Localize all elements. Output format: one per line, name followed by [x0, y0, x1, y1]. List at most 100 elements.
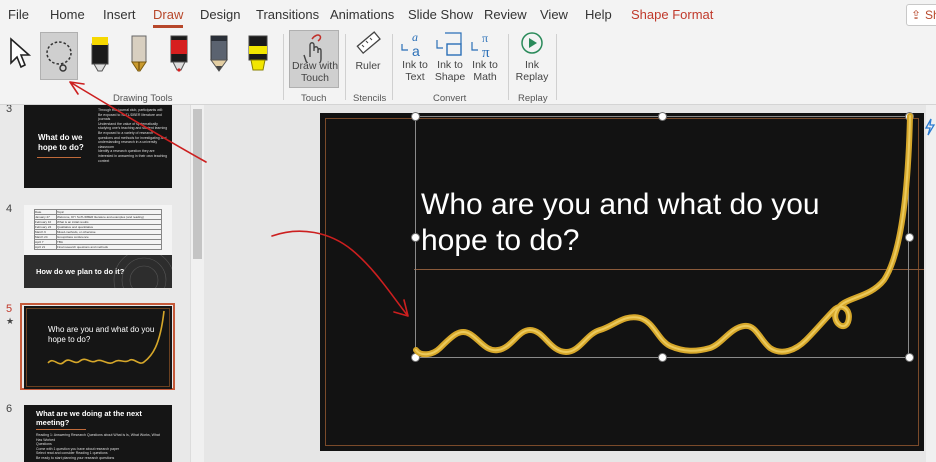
tab-home[interactable]: Home: [50, 7, 85, 22]
lasso-icon: [46, 41, 72, 72]
thumb-text-line: Understand the value of systematically s…: [98, 121, 168, 131]
red-pen-icon: [170, 35, 188, 72]
tab-slide-show[interactable]: Slide Show: [408, 7, 473, 22]
ribbon-separator: [392, 34, 393, 100]
tab-view[interactable]: View: [540, 7, 568, 22]
stencils-group-label: Stencils: [353, 93, 387, 104]
ribbon-separator: [556, 34, 557, 100]
thumb-text-line: Reading 1: Answering Research Questions …: [36, 433, 160, 442]
ink-replay-label: Ink Replay: [515, 59, 549, 83]
powerpoint-window: File Home Insert Draw Design Transitions…: [0, 0, 936, 462]
svg-text:a: a: [412, 30, 418, 44]
resize-handle-n[interactable]: [658, 112, 667, 121]
thumb-text-line: Identify a research question they are in…: [98, 149, 168, 163]
thumb-title: What do we hope to do?: [38, 133, 84, 152]
ink-selection-box[interactable]: [415, 116, 909, 358]
ribbon-separator: [345, 34, 346, 100]
pencil-icon: [210, 35, 228, 72]
ink-to-text-icon: a a: [401, 30, 420, 59]
resize-handle-sw[interactable]: [411, 353, 420, 362]
touch-group-label: Touch: [301, 93, 327, 104]
highlighter-icon: [248, 35, 268, 71]
highlighter-yellow-button[interactable]: [244, 32, 272, 72]
slide-thumbnail-5[interactable]: Who are you and what do you hope to do?: [24, 306, 172, 389]
slide-thumbnail-4[interactable]: How do we plan to do it? Date Topic Janua…: [24, 205, 172, 288]
thumb-gold-ink-stroke: [47, 310, 165, 365]
tab-file[interactable]: File: [8, 7, 29, 22]
pen-gold-button[interactable]: [125, 32, 153, 72]
slide-thumbnail-3[interactable]: What do we hope to do? Through this jour…: [24, 105, 172, 188]
thumb-title: What are we doing at the next meeting?: [36, 409, 142, 427]
draw-with-touch-button[interactable]: Draw with Touch: [289, 30, 339, 88]
pen-red-button[interactable]: [165, 32, 193, 72]
thumb-rule: [37, 157, 81, 158]
ruler-icon: [356, 31, 381, 55]
ink-to-shape-icon: [436, 32, 462, 56]
slide-thumbnail-pane: 3 What do we hope to do? Through this jo…: [0, 105, 192, 462]
tab-transitions[interactable]: Transitions: [256, 7, 319, 22]
thumb-text-line: Be ready to start planning your research…: [36, 455, 115, 460]
table-cell: Final research questions and methods: [56, 244, 162, 250]
slide-number: 6: [6, 403, 13, 415]
lasso-select-button[interactable]: [40, 32, 78, 80]
drawing-tools-group-label: Drawing Tools: [113, 93, 173, 104]
table-cell: April 21: [34, 244, 57, 250]
thumb-rule: [36, 429, 86, 430]
resize-handle-s[interactable]: [658, 353, 667, 362]
replay-group-label: Replay: [518, 93, 548, 104]
touch-hand-icon: [303, 34, 322, 63]
ink-to-text-button[interactable]: a a Ink to Text: [398, 30, 432, 86]
slide-number: 5: [6, 303, 13, 315]
ribbon-separator: [508, 34, 509, 100]
tab-animations[interactable]: Animations: [330, 7, 394, 22]
black-pen-icon: [91, 37, 109, 72]
lightning-icon: [924, 118, 936, 136]
slide-animation-star-icon: ★: [6, 316, 15, 326]
tab-shape-format[interactable]: Shape Format: [631, 7, 713, 22]
ink-to-math-button[interactable]: π π Ink to Math: [468, 30, 502, 86]
designer-lightning-icon[interactable]: [924, 118, 936, 136]
slide-thumbnail-6[interactable]: What are we doing at the next meeting? R…: [24, 405, 172, 462]
slide-area-scrollbar[interactable]: [926, 105, 936, 462]
slide-number: 3: [6, 105, 13, 115]
resize-handle-e[interactable]: [905, 233, 914, 242]
thumb-footer-band: How do we plan to do it?: [24, 255, 172, 288]
thumb-text-line: Through this journal club, participants …: [98, 108, 163, 112]
ink-replay-button[interactable]: Ink Replay: [514, 30, 550, 86]
thumb-schedule-table: Date Topic January 27 Welcome, DIY SoTL/DB…: [34, 209, 162, 250]
ink-to-math-label: Ink to Math: [472, 59, 498, 83]
share-button[interactable]: ⇪ Share: [906, 4, 936, 26]
thumb-text-line: Be exposed to a variety of research ques…: [98, 130, 167, 149]
pen-black-button[interactable]: [86, 32, 114, 72]
convert-group-label: Convert: [433, 93, 467, 104]
ink-to-math-icon: π π: [471, 31, 490, 61]
ink-to-shape-label: Ink to Shape: [434, 59, 466, 83]
thumbnail-pane-scrollbar[interactable]: [190, 105, 204, 462]
tab-insert[interactable]: Insert: [103, 7, 136, 22]
resize-handle-se[interactable]: [905, 353, 914, 362]
pencil-gray-button[interactable]: [205, 32, 233, 72]
thumb-text-line: Be exposed to SoTL/DBER literature and j…: [98, 112, 162, 122]
tab-design[interactable]: Design: [200, 7, 240, 22]
tab-draw[interactable]: Draw: [153, 7, 184, 28]
ink-to-text-label: Ink to Text: [402, 59, 428, 83]
gold-pen-icon: [131, 35, 147, 72]
resize-handle-nw[interactable]: [411, 112, 420, 121]
resize-handle-w[interactable]: [411, 233, 420, 242]
tab-review[interactable]: Review: [484, 7, 527, 22]
scrollbar-thumb[interactable]: [193, 109, 202, 259]
ink-replay-icon: [521, 32, 543, 54]
ruler-button[interactable]: Ruler: [350, 30, 386, 74]
ink-to-shape-button[interactable]: Ink to Shape: [433, 30, 467, 86]
cursor-arrow-icon: [10, 37, 32, 69]
resize-handle-ne[interactable]: [905, 112, 914, 121]
draw-ribbon: Drawing Tools Draw with Touch Touch Rule…: [0, 30, 936, 105]
share-label: Share: [925, 8, 936, 22]
draw-with-touch-label: Draw with Touch: [291, 60, 339, 84]
select-tool-button[interactable]: [6, 36, 34, 70]
svg-text:a: a: [412, 43, 420, 58]
tab-help[interactable]: Help: [585, 7, 612, 22]
slide-number: 4: [6, 203, 13, 215]
ruler-label: Ruler: [355, 60, 381, 72]
ribbon-tabs: File Home Insert Draw Design Transitions…: [0, 0, 936, 30]
